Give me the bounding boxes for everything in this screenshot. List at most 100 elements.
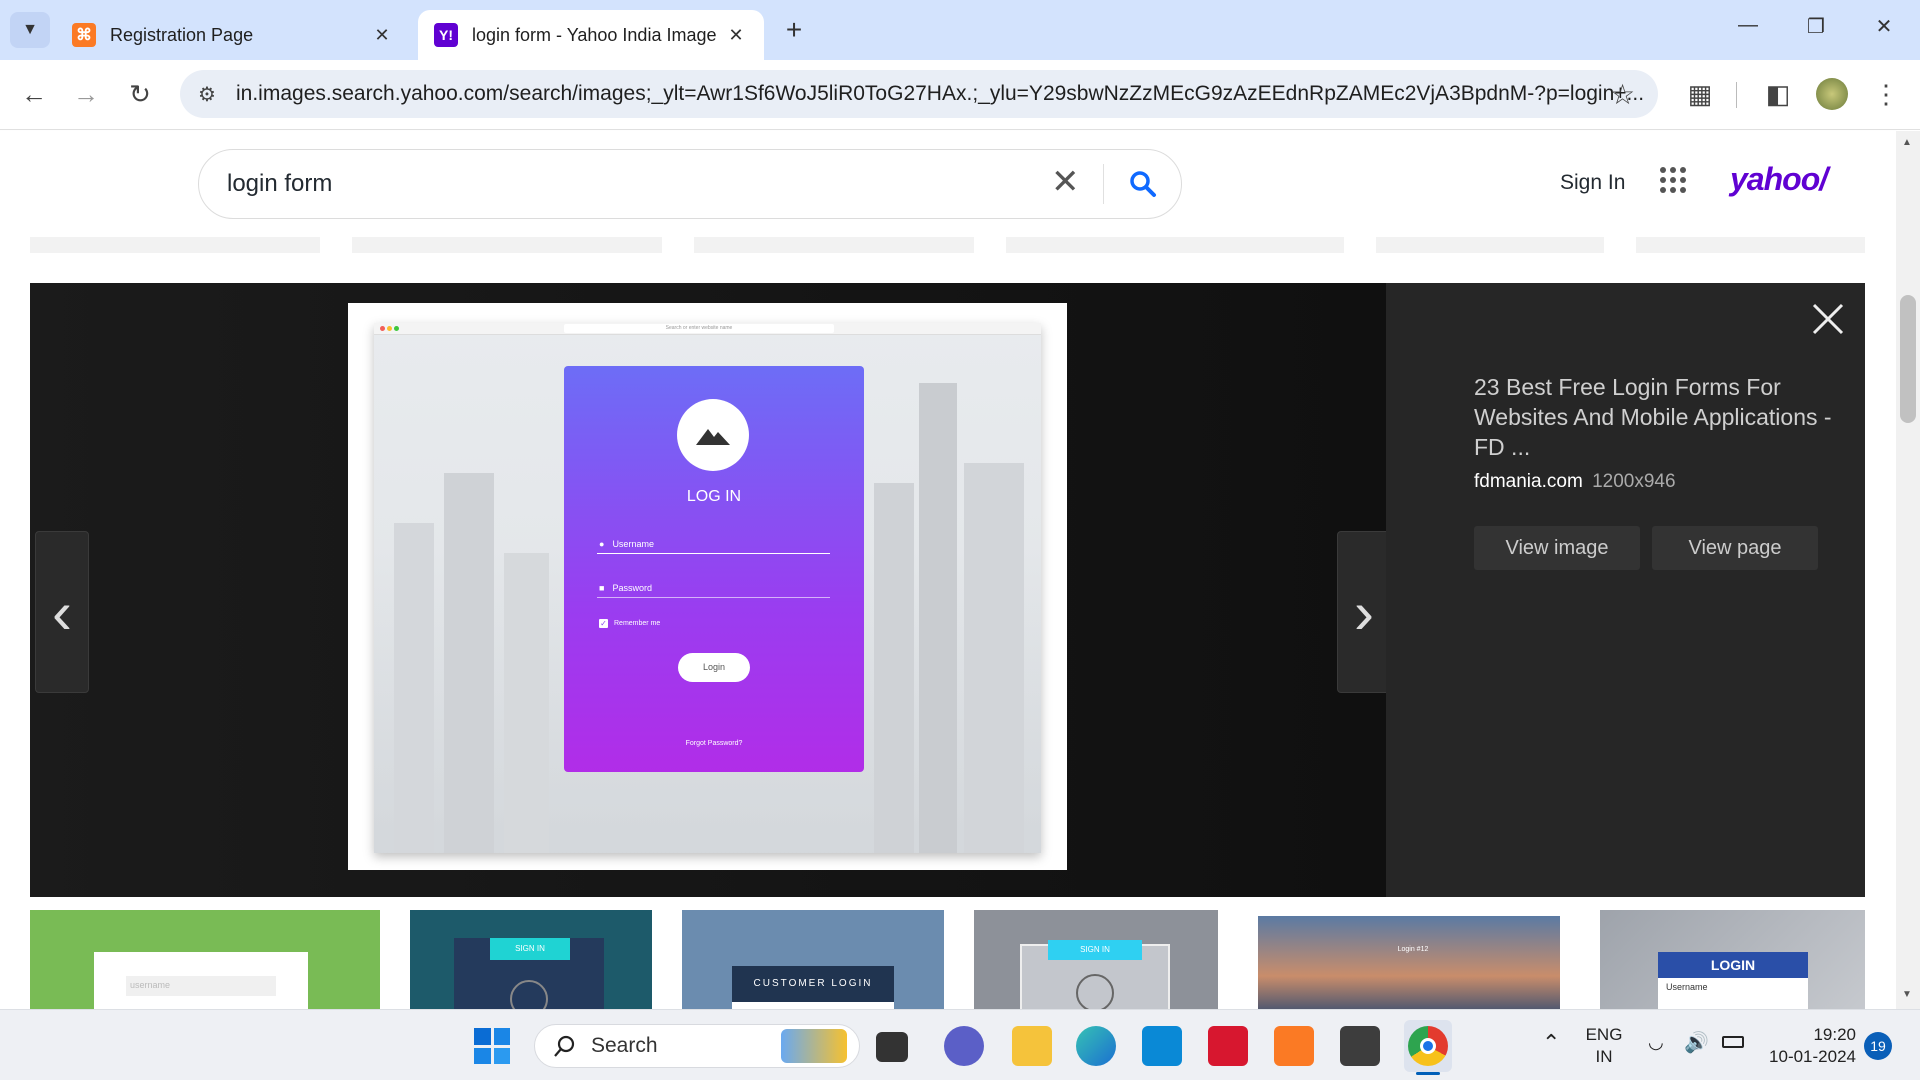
address-bar[interactable]: ⚙ in.images.search.yahoo.com/search/imag… bbox=[180, 70, 1658, 118]
thumbnail-text: username bbox=[126, 976, 276, 996]
view-page-button[interactable]: View page bbox=[1652, 526, 1818, 570]
preview-remember-me: ✓ Remember me bbox=[599, 619, 661, 628]
language-indicator[interactable]: ENG IN bbox=[1584, 1024, 1624, 1068]
preview-image[interactable]: Search or enter website name LOG IN ● Us… bbox=[348, 303, 1067, 870]
windows-taskbar: Search ⌃ ENG IN ◡ 🔊 19:20 10-01-2024 19 bbox=[0, 1009, 1920, 1080]
preview-heading: LOG IN bbox=[686, 488, 742, 505]
thumbnail-result[interactable]: Login #12 bbox=[1248, 910, 1570, 1009]
forward-button[interactable]: → bbox=[66, 74, 106, 114]
side-panel-button[interactable]: ◧ bbox=[1758, 74, 1798, 114]
mountain-icon bbox=[696, 429, 730, 445]
task-view-icon[interactable] bbox=[876, 1032, 908, 1062]
search-highlight-icon bbox=[781, 1029, 847, 1063]
tab-close-icon[interactable]: ✕ bbox=[724, 25, 748, 46]
scrollbar-thumb[interactable] bbox=[1900, 295, 1916, 423]
wifi-icon[interactable]: ◡ bbox=[1648, 1032, 1664, 1053]
yahoo-logo[interactable]: yahoo/ bbox=[1730, 161, 1828, 198]
mock-browser-bar: Search or enter website name bbox=[374, 323, 1041, 335]
xampp-icon[interactable] bbox=[1274, 1026, 1314, 1066]
reload-button[interactable]: ↻ bbox=[120, 74, 160, 114]
notification-badge[interactable]: 19 bbox=[1864, 1032, 1892, 1060]
result-source: fdmania.com 1200x946 bbox=[1474, 471, 1676, 493]
show-hidden-icons[interactable]: ⌃ bbox=[1542, 1030, 1560, 1056]
results-row-placeholder bbox=[1376, 237, 1604, 253]
search-divider bbox=[1103, 164, 1104, 204]
close-icon bbox=[1812, 303, 1844, 335]
yahoo-header: login form ✕ Sign In yahoo/ bbox=[0, 131, 1896, 237]
mcafee-icon[interactable] bbox=[1208, 1026, 1248, 1066]
xampp-favicon-icon: ⌘ bbox=[72, 23, 96, 47]
results-row-placeholder bbox=[1006, 237, 1344, 253]
tab-registration-page[interactable]: ⌘ Registration Page ✕ bbox=[56, 10, 410, 60]
volume-icon[interactable]: 🔊 bbox=[1684, 1030, 1709, 1055]
apps-grid-icon[interactable] bbox=[1660, 167, 1686, 193]
plus-icon: + bbox=[785, 14, 803, 45]
clock[interactable]: 19:20 10-01-2024 bbox=[1760, 1024, 1856, 1068]
yahoo-favicon-icon: Y! bbox=[434, 23, 458, 47]
toolbar-divider bbox=[1736, 82, 1737, 108]
thumbnail-result[interactable]: SIGN IN bbox=[974, 910, 1218, 1009]
view-image-button[interactable]: View image bbox=[1474, 526, 1640, 570]
back-button[interactable]: ← bbox=[14, 74, 54, 114]
source-domain[interactable]: fdmania.com bbox=[1474, 471, 1583, 492]
thumbnail-result[interactable]: LOGIN Username bbox=[1600, 910, 1865, 1009]
bookmark-star-icon[interactable]: ☆ bbox=[1610, 78, 1635, 111]
tab-close-icon[interactable]: ✕ bbox=[370, 25, 394, 46]
tab-title: login form - Yahoo India Image bbox=[472, 24, 717, 45]
file-explorer-icon[interactable] bbox=[1012, 1026, 1052, 1066]
extensions-button[interactable]: ▦ bbox=[1680, 74, 1720, 114]
tab-yahoo-images[interactable]: Y! login form - Yahoo India Image ✕ bbox=[418, 10, 764, 60]
clear-search-icon[interactable]: ✕ bbox=[1051, 162, 1080, 202]
chrome-icon[interactable] bbox=[1408, 1026, 1448, 1066]
scroll-up-icon[interactable]: ▲ bbox=[1902, 137, 1912, 148]
preview-avatar-circle bbox=[677, 399, 749, 471]
image-viewer-stage: ‹ › Search or enter website name LOG IN … bbox=[30, 283, 1391, 897]
language-code: ENG bbox=[1585, 1025, 1623, 1044]
battery-icon[interactable] bbox=[1722, 1036, 1744, 1048]
store-app-icon[interactable] bbox=[1142, 1026, 1182, 1066]
chrome-menu-button[interactable]: ⋮ bbox=[1866, 74, 1906, 114]
image-results: ‹ › Search or enter website name LOG IN … bbox=[0, 237, 1896, 1009]
puzzle-icon: ▦ bbox=[1687, 78, 1713, 109]
taskbar-search[interactable]: Search bbox=[534, 1024, 860, 1068]
sublime-text-icon[interactable] bbox=[1340, 1026, 1380, 1066]
site-info-icon[interactable]: ⚙ bbox=[198, 82, 216, 107]
thumbnail-result[interactable]: username bbox=[30, 910, 380, 1009]
browser-tab-strip: ▼ ⌘ Registration Page ✕ Y! login form - … bbox=[0, 0, 1920, 60]
user-icon bbox=[1076, 974, 1114, 1009]
tab-title: Registration Page bbox=[110, 24, 254, 45]
windows-start-button[interactable] bbox=[474, 1028, 510, 1064]
previous-image-button[interactable]: ‹ bbox=[35, 531, 89, 693]
user-icon: ● bbox=[599, 538, 605, 549]
side-panel-icon: ◧ bbox=[1765, 78, 1791, 109]
minimize-button[interactable]: — bbox=[1728, 14, 1768, 44]
image-dimensions: 1200x946 bbox=[1592, 471, 1676, 492]
search-input[interactable]: login form bbox=[227, 170, 332, 198]
chrome-running-bar bbox=[1416, 1072, 1440, 1075]
teams-meet-icon[interactable] bbox=[944, 1026, 984, 1066]
arrow-left-icon: ← bbox=[21, 78, 47, 109]
thumbnail-text: LOGIN bbox=[1658, 952, 1808, 978]
restore-button[interactable]: ❐ bbox=[1796, 14, 1836, 44]
sign-in-link[interactable]: Sign In bbox=[1560, 171, 1625, 195]
edge-browser-icon[interactable] bbox=[1076, 1026, 1116, 1066]
mock-address-text: Search or enter website name bbox=[564, 324, 834, 333]
thumbnail-result[interactable]: CUSTOMER LOGIN bbox=[682, 910, 944, 1009]
image-details-panel: 23 Best Free Login Forms For Websites An… bbox=[1386, 283, 1865, 897]
scroll-down-icon[interactable]: ▼ bbox=[1902, 989, 1912, 1000]
results-row-placeholder bbox=[694, 237, 974, 253]
profile-avatar[interactable] bbox=[1816, 78, 1848, 110]
close-viewer-button[interactable] bbox=[1808, 299, 1848, 339]
url-text: in.images.search.yahoo.com/search/images… bbox=[236, 82, 1645, 105]
result-title-link[interactable]: 23 Best Free Login Forms For Websites An… bbox=[1474, 372, 1844, 462]
new-tab-button[interactable]: + bbox=[776, 14, 812, 48]
next-image-button[interactable]: › bbox=[1337, 531, 1391, 693]
tab-search-dropdown-button[interactable]: ▼ bbox=[10, 12, 50, 48]
search-icon[interactable] bbox=[1123, 164, 1163, 204]
thumbnail-subtext: Username bbox=[1666, 982, 1708, 992]
search-box[interactable]: login form ✕ bbox=[198, 149, 1182, 219]
close-window-button[interactable]: ✕ bbox=[1864, 14, 1904, 44]
reload-icon: ↻ bbox=[129, 78, 151, 109]
page-scrollbar[interactable]: ▲ ▼ bbox=[1896, 131, 1920, 1009]
thumbnail-result[interactable]: SIGN IN bbox=[410, 910, 652, 1009]
